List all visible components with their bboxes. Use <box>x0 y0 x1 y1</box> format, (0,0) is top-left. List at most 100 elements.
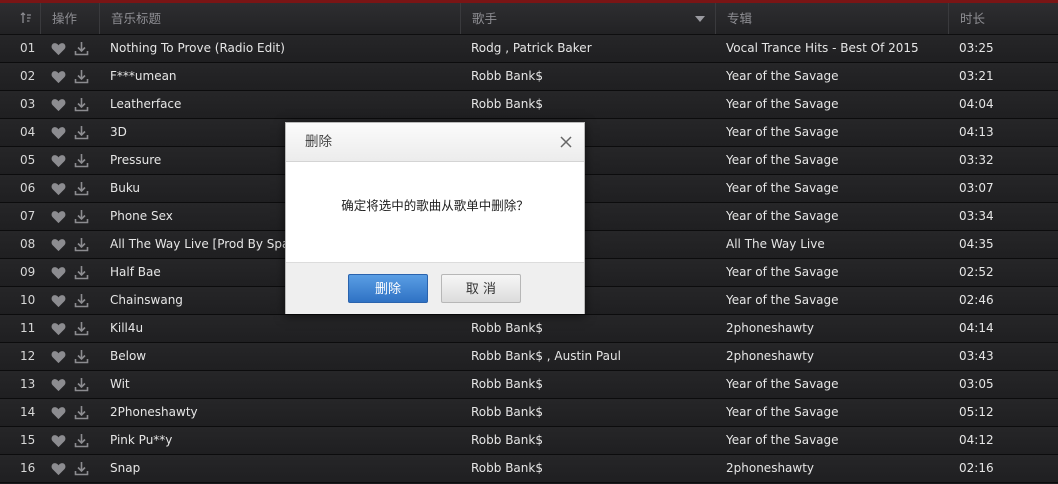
heart-icon[interactable] <box>51 378 66 392</box>
track-album[interactable]: Year of the Savage <box>726 371 839 398</box>
track-album[interactable]: Year of the Savage <box>726 399 839 426</box>
sort-icon[interactable] <box>20 12 32 24</box>
download-icon[interactable] <box>74 41 89 56</box>
track-album[interactable]: All The Way Live <box>726 231 825 258</box>
heart-icon[interactable] <box>51 182 66 196</box>
download-icon[interactable] <box>74 433 89 448</box>
track-title[interactable]: Pink Pu**y <box>110 427 450 454</box>
download-icon[interactable] <box>74 209 89 224</box>
track-title[interactable]: Below <box>110 343 450 370</box>
download-icon[interactable] <box>74 265 89 280</box>
track-number: 16 <box>20 461 36 475</box>
heart-icon[interactable] <box>51 462 66 476</box>
header-artist[interactable]: 歌手 <box>460 3 715 34</box>
heart-icon[interactable] <box>51 350 66 364</box>
heart-icon[interactable] <box>51 126 66 140</box>
track-duration: 02:46 <box>959 293 994 307</box>
track-duration: 04:12 <box>959 433 994 447</box>
table-row[interactable]: 15 Pink Pu**y Robb Bank$ Year of the Sav… <box>0 427 1058 455</box>
download-icon[interactable] <box>74 153 89 168</box>
header-duration[interactable]: 时长 <box>948 3 1058 34</box>
track-artist[interactable]: Robb Bank$ <box>471 455 543 482</box>
track-album[interactable]: Vocal Trance Hits - Best Of 2015 <box>726 35 919 62</box>
track-artist[interactable]: Rodg , Patrick Baker <box>471 35 592 62</box>
track-number: 08 <box>20 237 36 251</box>
download-icon[interactable] <box>74 377 89 392</box>
track-album[interactable]: Year of the Savage <box>726 259 839 286</box>
heart-icon[interactable] <box>51 434 66 448</box>
heart-icon[interactable] <box>51 70 66 84</box>
heart-icon[interactable] <box>51 238 66 252</box>
download-icon[interactable] <box>74 461 89 476</box>
header-title[interactable]: 音乐标题 <box>99 3 460 34</box>
track-duration: 04:14 <box>959 321 994 335</box>
download-icon[interactable] <box>74 181 89 196</box>
track-album[interactable]: 2phoneshawty <box>726 315 814 342</box>
download-icon[interactable] <box>74 321 89 336</box>
track-title[interactable]: 2Phoneshawty <box>110 399 450 426</box>
table-row[interactable]: 13 Wit Robb Bank$ Year of the Savage 03:… <box>0 371 1058 399</box>
cancel-button[interactable]: 取 消 <box>441 274 521 303</box>
heart-icon[interactable] <box>51 266 66 280</box>
track-album[interactable]: Year of the Savage <box>726 63 839 90</box>
track-number: 01 <box>20 41 36 55</box>
track-title[interactable]: Snap <box>110 455 450 482</box>
track-artist[interactable]: Robb Bank$ <box>471 91 543 118</box>
track-title[interactable]: F***umean <box>110 63 450 90</box>
track-album[interactable]: Year of the Savage <box>726 427 839 454</box>
table-row[interactable]: 12 Below Robb Bank$ , Austin Paul 2phone… <box>0 343 1058 371</box>
track-album[interactable]: Year of the Savage <box>726 203 839 230</box>
track-number: 06 <box>20 181 36 195</box>
close-icon[interactable] <box>559 135 573 149</box>
track-duration: 03:32 <box>959 153 994 167</box>
heart-icon[interactable] <box>51 98 66 112</box>
track-album[interactable]: 2phoneshawty <box>726 343 814 370</box>
track-title[interactable]: Kill4u <box>110 315 450 342</box>
track-number: 12 <box>20 349 36 363</box>
table-row[interactable]: 02 F***umean Robb Bank$ Year of the Sava… <box>0 63 1058 91</box>
track-album[interactable]: Year of the Savage <box>726 175 839 202</box>
download-icon[interactable] <box>74 69 89 84</box>
header-album[interactable]: 专辑 <box>715 3 948 34</box>
track-duration: 03:21 <box>959 69 994 83</box>
download-icon[interactable] <box>74 349 89 364</box>
track-album[interactable]: Year of the Savage <box>726 119 839 146</box>
download-icon[interactable] <box>74 293 89 308</box>
track-artist[interactable]: Robb Bank$ <box>471 315 543 342</box>
table-row[interactable]: 01 Nothing To Prove (Radio Edit) Rodg , … <box>0 35 1058 63</box>
download-icon[interactable] <box>74 97 89 112</box>
track-artist[interactable]: Robb Bank$ <box>471 371 543 398</box>
track-album[interactable]: Year of the Savage <box>726 287 839 314</box>
track-title[interactable]: Nothing To Prove (Radio Edit) <box>110 35 450 62</box>
heart-icon[interactable] <box>51 406 66 420</box>
download-icon[interactable] <box>74 405 89 420</box>
heart-icon[interactable] <box>51 210 66 224</box>
table-row[interactable]: 11 Kill4u Robb Bank$ 2phoneshawty 04:14 <box>0 315 1058 343</box>
header-artist-label: 歌手 <box>472 11 498 26</box>
track-number: 04 <box>20 125 36 139</box>
table-row[interactable]: 16 Snap Robb Bank$ 2phoneshawty 02:16 <box>0 455 1058 483</box>
heart-icon[interactable] <box>51 42 66 56</box>
download-icon[interactable] <box>74 125 89 140</box>
download-icon[interactable] <box>74 237 89 252</box>
confirm-delete-button[interactable]: 删除 <box>348 274 428 303</box>
heart-icon[interactable] <box>51 322 66 336</box>
heart-icon[interactable] <box>51 294 66 308</box>
track-album[interactable]: Year of the Savage <box>726 147 839 174</box>
track-number: 07 <box>20 209 36 223</box>
table-row[interactable]: 14 2Phoneshawty Robb Bank$ Year of the S… <box>0 399 1058 427</box>
track-artist[interactable]: Robb Bank$ <box>471 399 543 426</box>
track-title[interactable]: Wit <box>110 371 450 398</box>
track-artist[interactable]: Robb Bank$ <box>471 427 543 454</box>
track-title[interactable]: Leatherface <box>110 91 450 118</box>
track-number: 10 <box>20 293 36 307</box>
chevron-down-icon[interactable] <box>695 16 705 22</box>
dialog-title: 删除 <box>305 134 332 150</box>
track-artist[interactable]: Robb Bank$ , Austin Paul <box>471 343 621 370</box>
track-duration: 03:43 <box>959 349 994 363</box>
table-row[interactable]: 03 Leatherface Robb Bank$ Year of the Sa… <box>0 91 1058 119</box>
track-album[interactable]: 2phoneshawty <box>726 455 814 482</box>
track-artist[interactable]: Robb Bank$ <box>471 63 543 90</box>
track-album[interactable]: Year of the Savage <box>726 91 839 118</box>
heart-icon[interactable] <box>51 154 66 168</box>
